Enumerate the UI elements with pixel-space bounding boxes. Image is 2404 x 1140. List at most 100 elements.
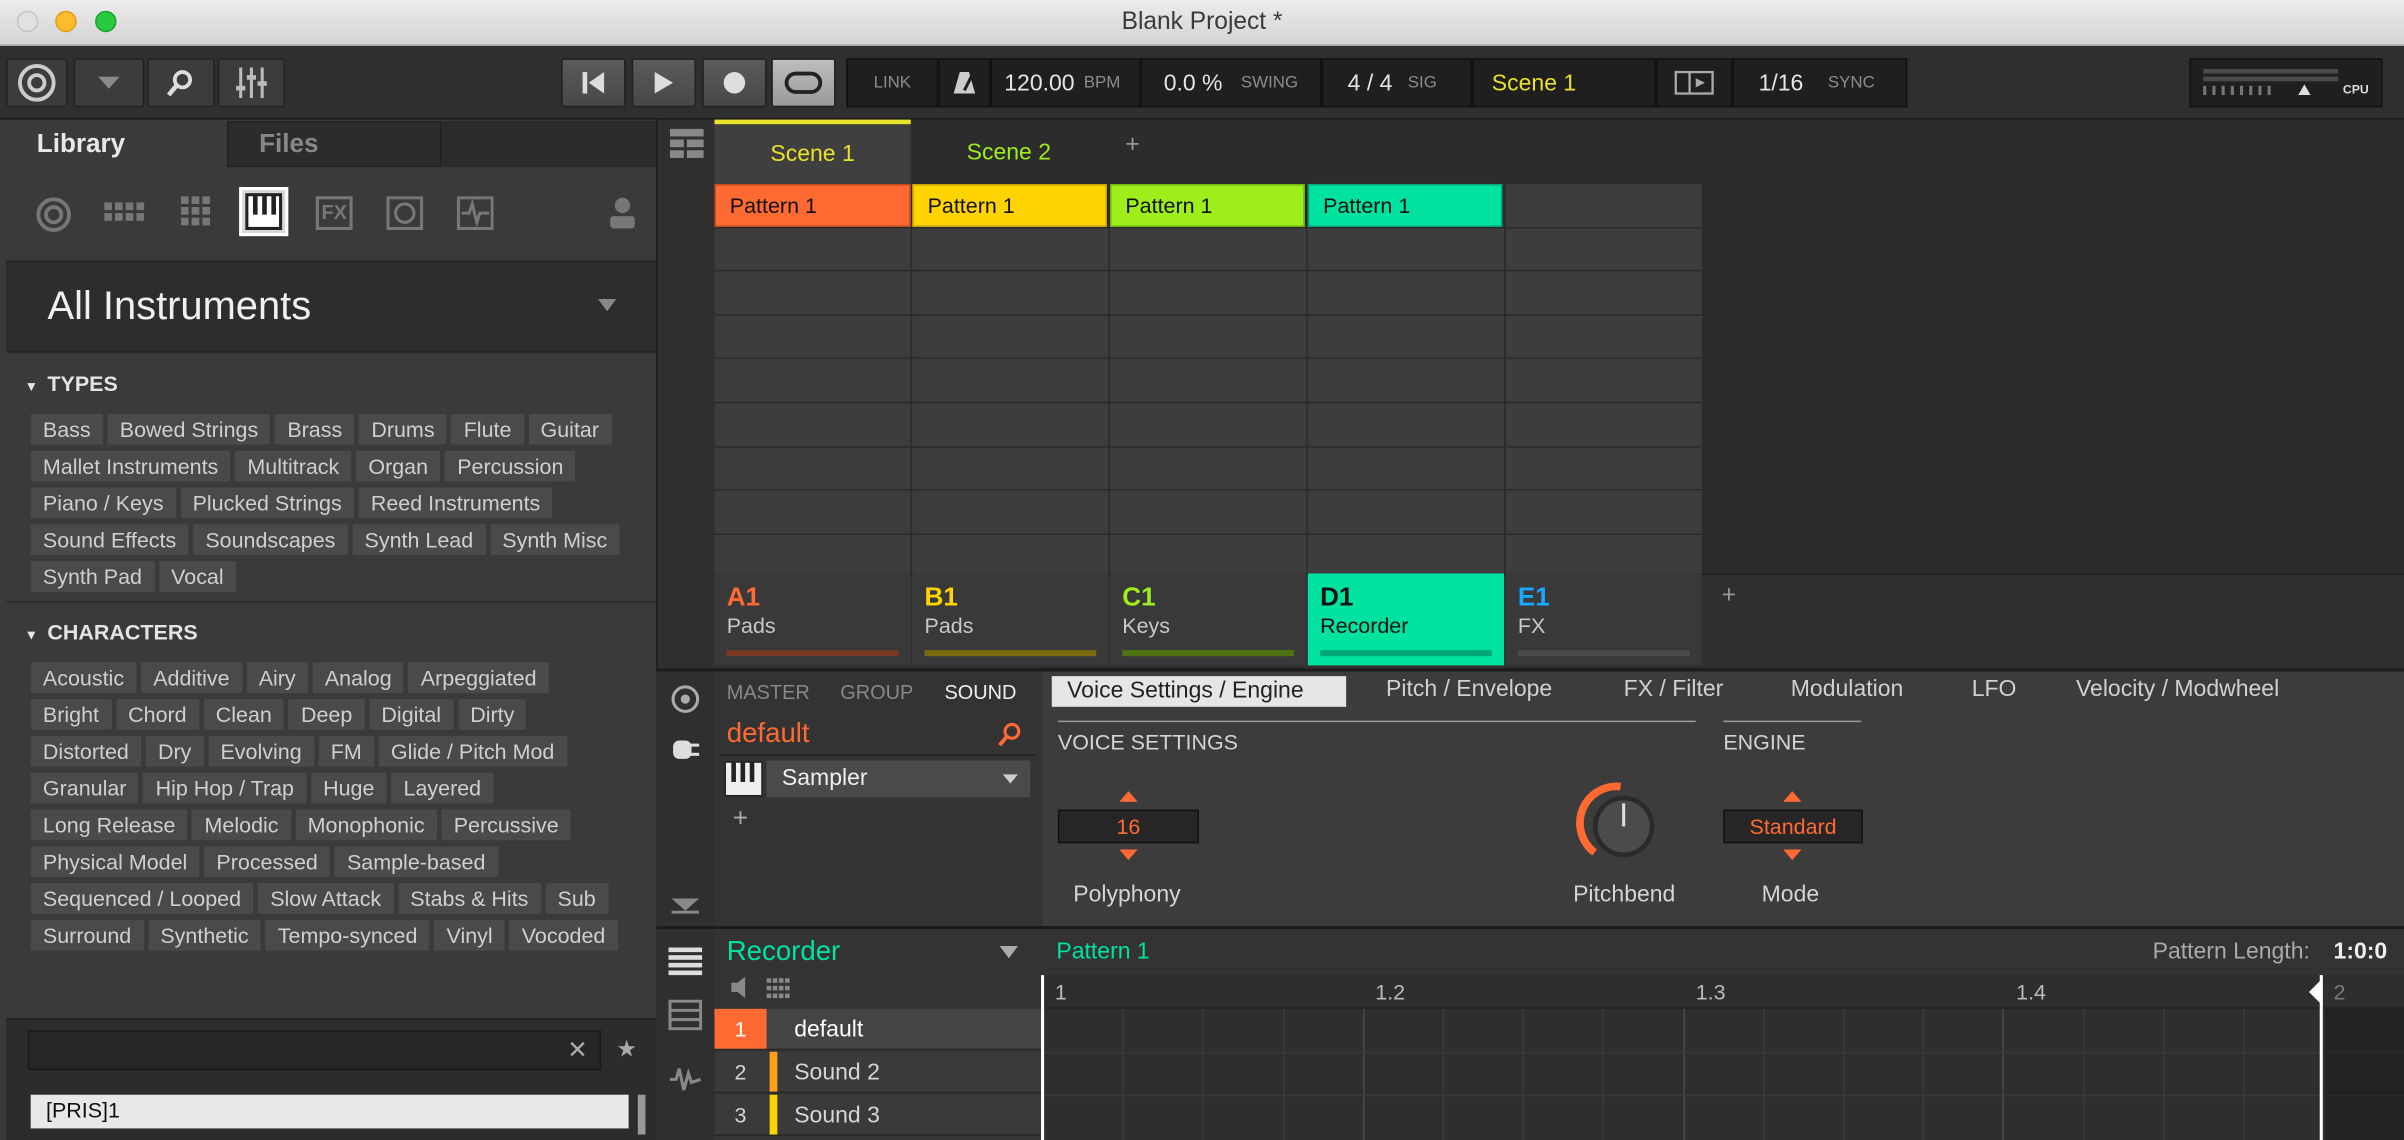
tag-dry[interactable]: Dry <box>145 735 204 767</box>
link-button[interactable]: LINK <box>846 58 939 108</box>
empty-pattern-slot[interactable] <box>1505 490 1704 535</box>
tag-reed-instruments[interactable]: Reed Instruments <box>358 487 553 519</box>
tag-plucked-strings[interactable]: Plucked Strings <box>180 487 355 519</box>
tag-vocal[interactable]: Vocal <box>158 561 236 592</box>
empty-pattern-slot[interactable] <box>1110 315 1308 360</box>
result-list-item[interactable]: [PRIS]1 <box>30 1094 629 1129</box>
empty-pattern-slot[interactable] <box>1307 447 1506 491</box>
tag-mallet-instruments[interactable]: Mallet Instruments <box>30 450 231 482</box>
clear-search-icon[interactable]: ✕ <box>567 1035 588 1066</box>
empty-pattern-slot[interactable] <box>1110 271 1308 316</box>
groups-icon[interactable] <box>180 196 215 230</box>
arranger-view-icon[interactable] <box>670 128 704 160</box>
tag-multitrack[interactable]: Multitrack <box>235 450 352 482</box>
metronome-button[interactable] <box>938 58 991 108</box>
tag-synthetic[interactable]: Synthetic <box>148 919 261 951</box>
projects-icon[interactable] <box>104 202 147 223</box>
plugin-icon[interactable] <box>670 736 701 764</box>
empty-pattern-slot[interactable] <box>1307 490 1506 535</box>
category-selector[interactable]: All Instruments <box>6 260 657 353</box>
types-header[interactable]: ▼ TYPES <box>25 371 118 396</box>
channel-icon[interactable] <box>670 684 701 715</box>
scene-1-tab[interactable]: Scene 1 <box>714 119 911 184</box>
page-tab-modulation[interactable]: Modulation <box>1791 676 1904 702</box>
pitchbend-knob[interactable] <box>1573 776 1668 871</box>
page-tab-fx-filter[interactable]: FX / Filter <box>1624 676 1724 702</box>
tag-digital[interactable]: Digital <box>369 699 454 730</box>
mixer-toggle-button[interactable] <box>217 58 286 108</box>
tag-sub[interactable]: Sub <box>545 883 609 914</box>
empty-pattern-slot[interactable] <box>714 534 913 579</box>
loop-end-handle-icon[interactable] <box>2308 978 2323 1006</box>
tag-sound-effects[interactable]: Sound Effects <box>30 524 189 556</box>
empty-pattern-slot[interactable] <box>912 227 1111 272</box>
record-button[interactable] <box>702 58 767 108</box>
empty-pattern-slot[interactable] <box>1505 183 1704 228</box>
tag-clean[interactable]: Clean <box>203 699 285 730</box>
page-tab-lfo[interactable]: LFO <box>1972 676 2017 702</box>
pattern-cell-d1[interactable]: Pattern 1 <box>1307 183 1503 227</box>
maschine-logo-button[interactable] <box>6 58 68 108</box>
tag-vinyl[interactable]: Vinyl <box>434 919 505 951</box>
empty-pattern-slot[interactable] <box>912 447 1111 491</box>
tag-flute[interactable]: Flute <box>451 413 524 445</box>
decrement-arrow-icon[interactable] <box>1783 849 1802 861</box>
pattern-view-icon[interactable] <box>668 999 703 1031</box>
sound-slot-2[interactable]: 2 Sound 2 <box>714 1051 1043 1094</box>
empty-pattern-slot[interactable] <box>714 315 913 360</box>
empty-pattern-slot[interactable] <box>1505 359 1704 404</box>
tag-sample-based[interactable]: Sample-based <box>334 846 498 877</box>
tag-airy[interactable]: Airy <box>246 662 308 694</box>
tag-deep[interactable]: Deep <box>288 699 365 730</box>
empty-pattern-slot[interactable] <box>1307 271 1506 316</box>
tab-sound[interactable]: SOUND <box>944 681 1016 704</box>
search-input[interactable] <box>27 1030 602 1071</box>
instruments-filter-button[interactable] <box>239 187 289 237</box>
result-scrollbar[interactable] <box>637 1094 646 1135</box>
quantize-display[interactable]: 1/16 SYNC <box>1732 58 1908 108</box>
favorites-star-icon[interactable]: ★ <box>616 1035 637 1062</box>
follow-button[interactable] <box>1655 58 1733 108</box>
empty-pattern-slot[interactable] <box>1505 315 1704 360</box>
tag-long-release[interactable]: Long Release <box>30 809 188 841</box>
play-button[interactable] <box>631 58 697 108</box>
tag-vocoded[interactable]: Vocoded <box>509 919 618 951</box>
tag-glide-pitch-mod[interactable]: Glide / Pitch Mod <box>378 735 567 767</box>
tag-bright[interactable]: Bright <box>30 699 112 730</box>
empty-pattern-slot[interactable] <box>1307 359 1506 404</box>
pattern-cell-c1[interactable]: Pattern 1 <box>1110 183 1305 227</box>
group-a1[interactable]: A1 Pads <box>714 573 911 666</box>
sound-slot-3[interactable]: 3 Sound 3 <box>714 1094 1043 1137</box>
file-menu-button[interactable] <box>73 58 145 108</box>
empty-pattern-slot[interactable] <box>714 359 913 404</box>
loop-button[interactable] <box>771 58 836 108</box>
tag-percussion[interactable]: Percussion <box>444 450 576 482</box>
tag-slow-attack[interactable]: Slow Attack <box>257 883 394 914</box>
empty-pattern-slot[interactable] <box>1505 271 1704 316</box>
empty-pattern-slot[interactable] <box>912 403 1111 448</box>
tag-brass[interactable]: Brass <box>275 413 355 445</box>
empty-pattern-slot[interactable] <box>912 271 1111 316</box>
empty-pattern-slot[interactable] <box>1307 315 1506 360</box>
search-icon[interactable] <box>997 722 1022 747</box>
tag-distorted[interactable]: Distorted <box>30 735 142 767</box>
loops-icon[interactable] <box>386 196 424 230</box>
browser-toggle-button[interactable] <box>147 58 215 108</box>
tag-stabs-hits[interactable]: Stabs & Hits <box>398 883 541 914</box>
tag-tempo-synced[interactable]: Tempo-synced <box>265 919 430 951</box>
empty-pattern-slot[interactable] <box>714 447 913 491</box>
loop-start-marker[interactable] <box>1041 975 1045 1140</box>
one-shots-icon[interactable] <box>456 196 494 230</box>
speaker-icon[interactable] <box>730 975 755 1000</box>
tag-fm[interactable]: FM <box>318 735 375 767</box>
empty-pattern-slot[interactable] <box>912 490 1111 535</box>
tag-percussive[interactable]: Percussive <box>441 809 571 841</box>
pattern-length-value[interactable]: 1:0:0 <box>2334 938 2388 964</box>
empty-pattern-slot[interactable] <box>1110 359 1308 404</box>
tag-arpeggiated[interactable]: Arpeggiated <box>408 662 549 694</box>
empty-pattern-slot[interactable] <box>714 271 913 316</box>
scene-2-tab[interactable]: Scene 2 <box>911 120 1107 184</box>
group-c1[interactable]: C1 Keys <box>1110 573 1307 666</box>
empty-pattern-slot[interactable] <box>912 315 1111 360</box>
tempo-display[interactable]: 120.00 BPM <box>990 58 1141 108</box>
